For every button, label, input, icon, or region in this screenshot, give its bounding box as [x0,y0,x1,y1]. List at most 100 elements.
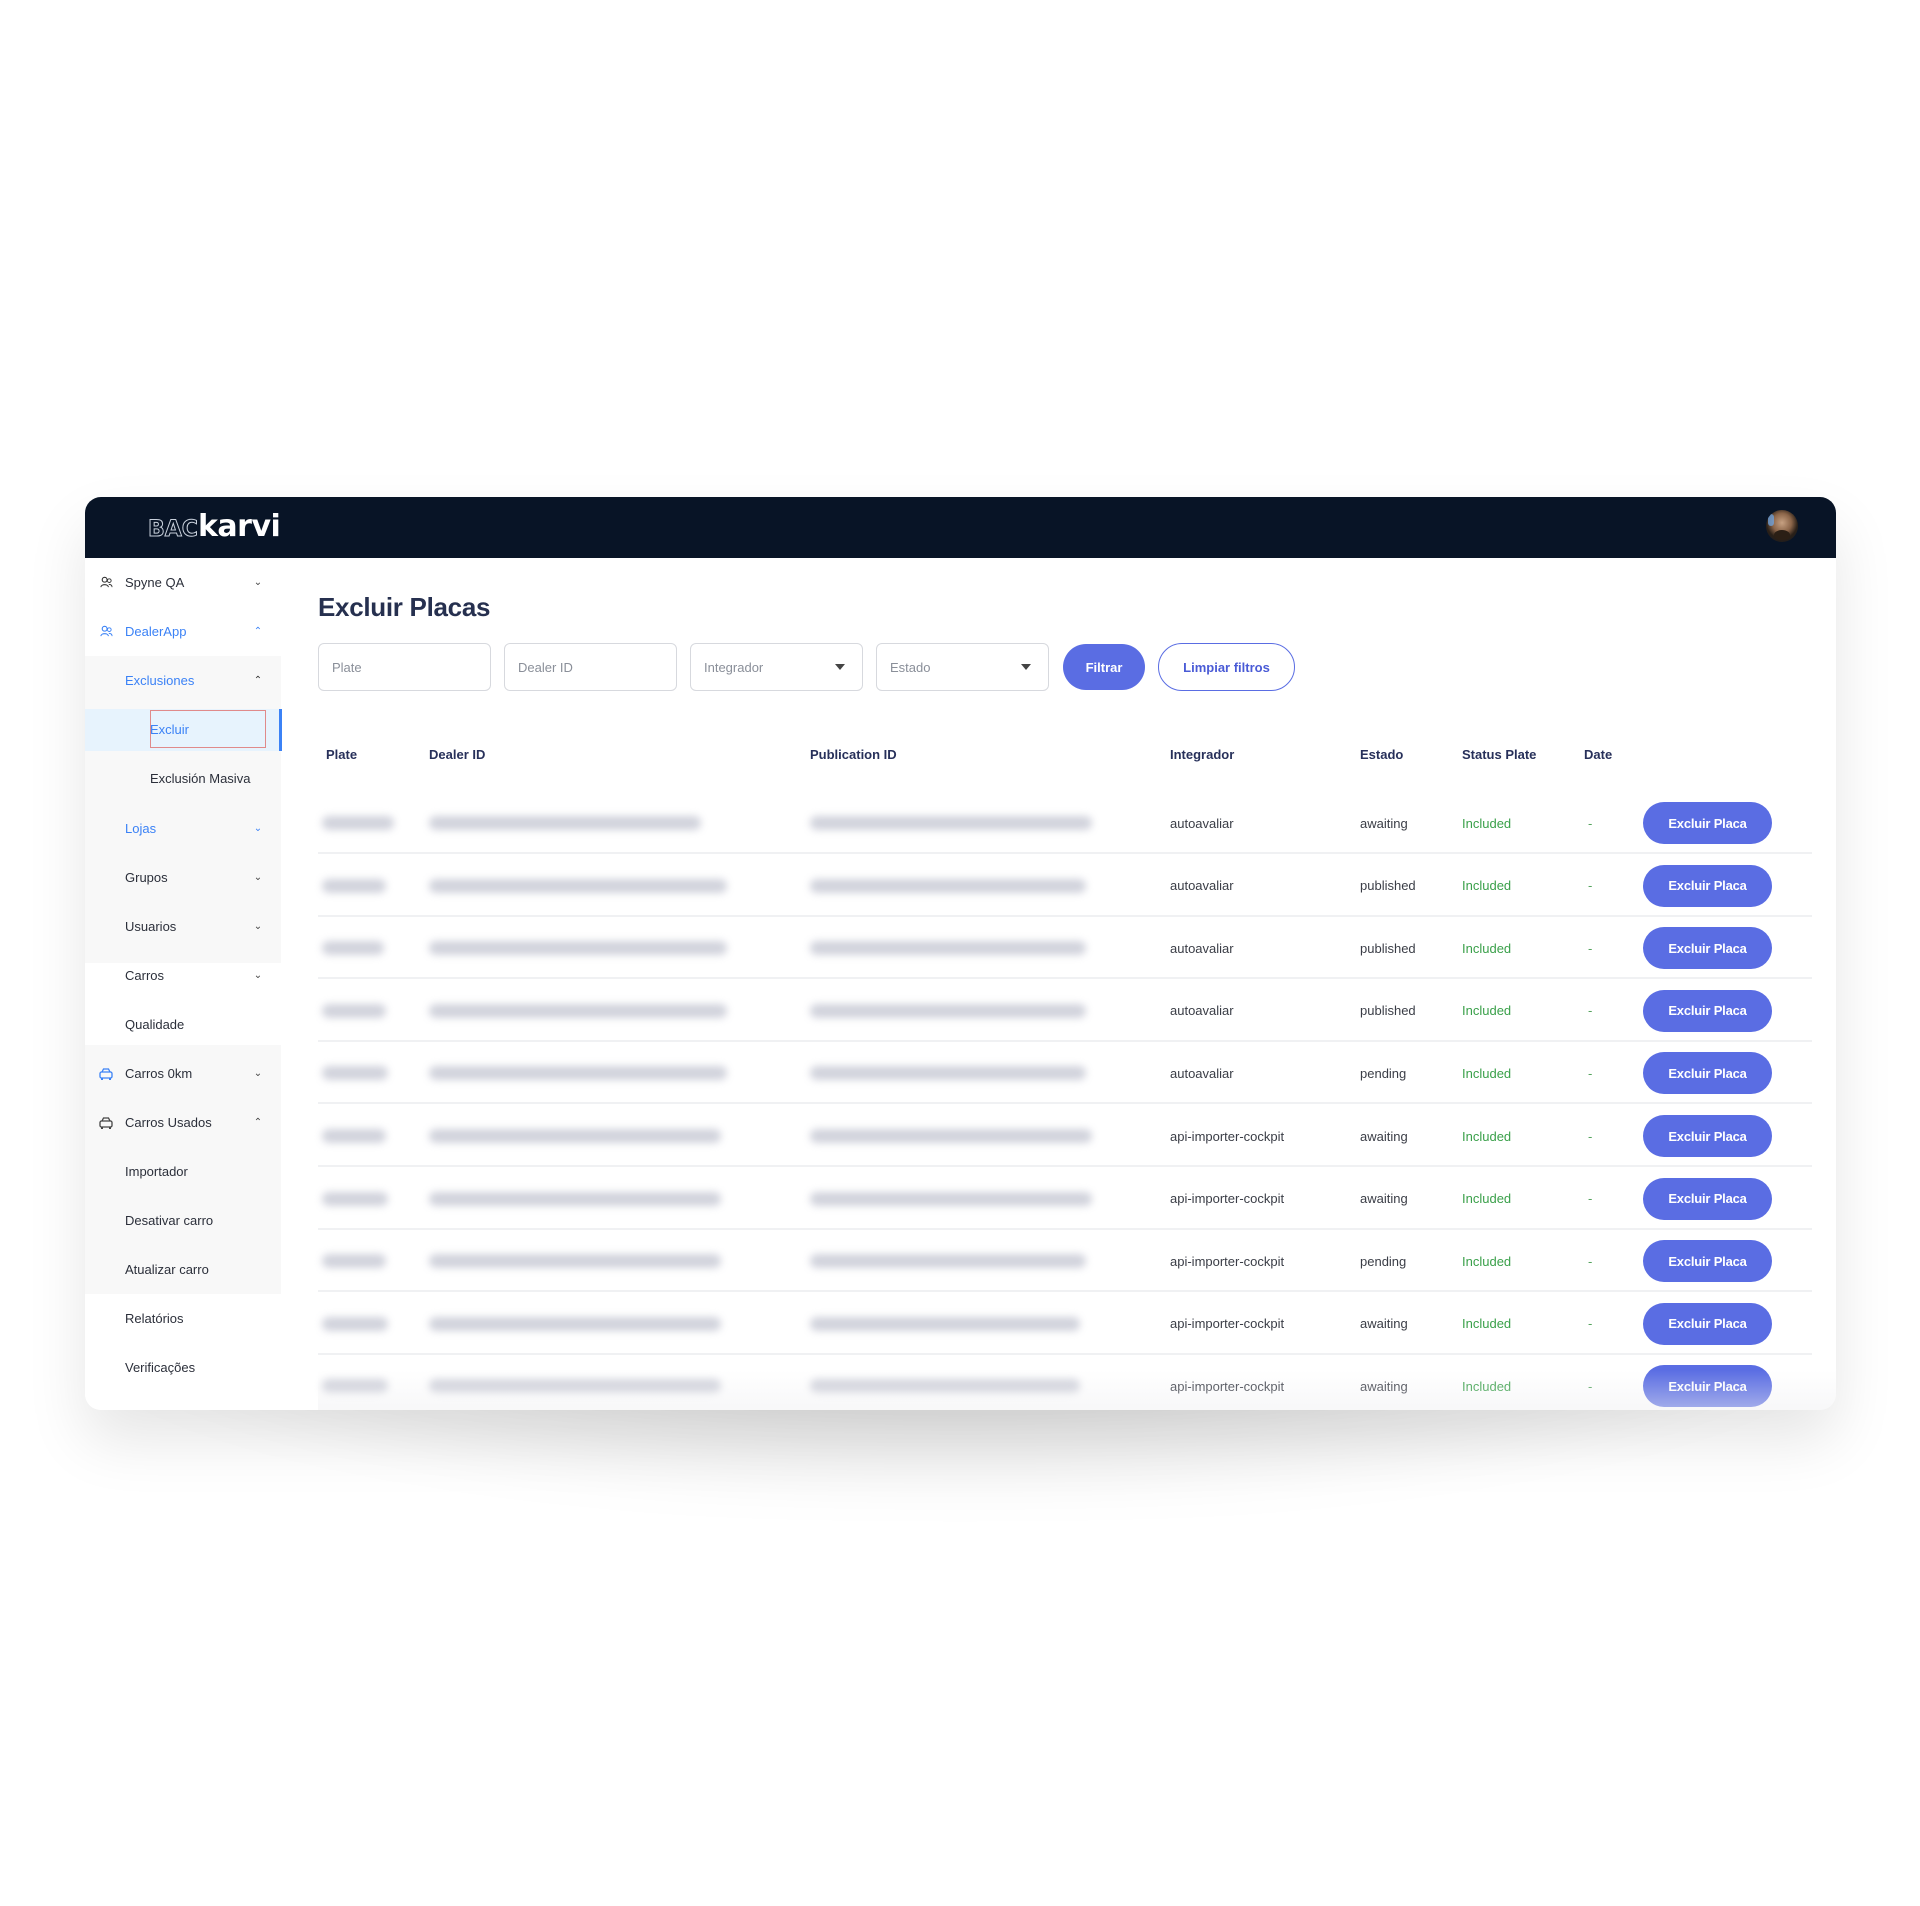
estado-cell: pending [1360,1065,1407,1081]
car-icon [99,1067,113,1081]
chevron-down-icon: ⌄ [253,1068,263,1079]
sidebar-item-relatorios[interactable]: Relatórios [85,1294,281,1343]
excluir-placa-button[interactable]: Excluir Placa [1643,1052,1772,1095]
plate-input[interactable]: Plate [318,643,491,691]
integrador-cell: api-importer-cockpit [1170,1316,1285,1332]
estado-cell: published [1360,878,1416,894]
excluir-placa-button[interactable]: Excluir Placa [1643,1365,1772,1408]
estado-cell: awaiting [1360,1378,1408,1394]
sidebar-item-usuarios[interactable]: Usuarios ⌄ [85,902,281,951]
integrador-cell: autoavaliar [1170,815,1234,831]
users-icon [99,576,113,590]
column-header-publication-id[interactable]: Publication ID [810,747,897,762]
estado-cell: awaiting [1360,1128,1408,1144]
chevron-up-icon: ⌃ [253,1117,263,1128]
top-bar: BAC karvi [85,497,1836,558]
dealer-id-input[interactable]: Dealer ID [504,643,677,691]
estado-cell: published [1360,1003,1416,1019]
sidebar-item-label: Carros 0km [125,1066,193,1081]
excluir-placa-button[interactable]: Excluir Placa [1643,1177,1772,1220]
column-header-dealer-id[interactable]: Dealer ID [429,747,485,762]
app-window: BAC karvi Spyne QA ⌄ DealerApp ⌃ Exclusi… [85,497,1836,1410]
estado-placeholder: Estado [890,659,931,675]
status-plate-cell: Included [1462,1065,1512,1081]
sidebar-item-grupos[interactable]: Grupos ⌄ [85,853,281,902]
status-plate-cell: Included [1462,1128,1512,1144]
sidebar-item-label: Desativar carro [125,1213,214,1228]
column-header-estado[interactable]: Estado [1360,747,1403,762]
date-cell: - [1588,1003,1593,1019]
sidebar-item-dealerapp[interactable]: DealerApp ⌃ [85,607,281,656]
excluir-placa-button[interactable]: Excluir Placa [1643,989,1772,1032]
publication-id-cell-blurred [810,1066,1086,1081]
publication-id-cell-blurred [810,1003,1086,1018]
sidebar-item-carros-0km[interactable]: Carros 0km ⌄ [85,1049,281,1098]
sidebar-item-desativar-carro[interactable]: Desativar carro [85,1196,281,1245]
publication-id-cell-blurred [810,1191,1092,1206]
sidebar-item-exclusiones[interactable]: Exclusiones ⌃ [85,656,281,705]
status-plate-cell: Included [1462,815,1512,831]
clear-filters-button[interactable]: Limpiar filtros [1158,643,1295,691]
publication-id-cell-blurred [810,941,1086,956]
logo-main: karvi [197,509,281,544]
date-cell: - [1588,1378,1593,1394]
publication-id-cell-blurred [810,878,1086,893]
chevron-up-icon: ⌃ [253,626,263,637]
excluir-placa-button[interactable]: Excluir Placa [1643,927,1772,970]
sidebar-item-excluir[interactable]: Excluir [85,705,281,754]
date-cell: - [1588,878,1593,894]
chevron-down-icon: ⌄ [253,970,263,981]
dealer-id-cell-blurred [429,1379,721,1394]
brand-logo[interactable]: BAC karvi [148,507,281,547]
estado-select[interactable]: Estado [876,643,1049,691]
estado-cell: awaiting [1360,815,1408,831]
publication-id-cell-blurred [810,816,1092,830]
sidebar-item-carros[interactable]: Carros ⌄ [85,951,281,1000]
sidebar-item-exclusion-masiva[interactable]: Exclusión Masiva [85,754,281,803]
sidebar-item-lojas[interactable]: Lojas ⌄ [85,804,281,853]
dealer-id-cell-blurred [429,941,727,956]
sidebar-item-label: Lojas [125,821,157,836]
date-cell: - [1588,1191,1593,1207]
integrador-cell: api-importer-cockpit [1170,1378,1285,1394]
date-cell: - [1588,1128,1593,1144]
plate-cell-blurred [322,1129,386,1143]
sidebar-item-label: Exclusión Masiva [150,771,251,786]
excluir-placa-button[interactable]: Excluir Placa [1643,864,1772,907]
column-header-status-plate[interactable]: Status Plate [1462,747,1536,762]
dealer-id-cell-blurred [429,1066,727,1081]
integrador-placeholder: Integrador [704,659,764,675]
column-header-integrador[interactable]: Integrador [1170,747,1234,762]
sidebar-item-label: Carros Usados [125,1115,212,1130]
publication-id-cell-blurred [810,1129,1092,1143]
sidebar-item-atualizar-carro[interactable]: Atualizar carro [85,1245,281,1294]
status-plate-cell: Included [1462,1003,1512,1019]
sidebar-item-label: Atualizar carro [125,1262,209,1277]
column-header-date[interactable]: Date [1584,747,1612,762]
excluir-placa-button[interactable]: Excluir Placa [1643,802,1772,844]
excluir-placa-button[interactable]: Excluir Placa [1643,1115,1772,1157]
integrador-select[interactable]: Integrador [690,643,863,691]
sidebar-item-spyne-qa[interactable]: Spyne QA ⌄ [85,558,281,607]
sidebar-item-label: Importador [125,1164,188,1179]
date-cell: - [1588,1316,1593,1332]
sidebar-item-verificacoes[interactable]: Verificações [85,1343,281,1392]
date-cell: - [1588,1065,1593,1081]
excluir-placa-button[interactable]: Excluir Placa [1643,1302,1772,1345]
status-plate-cell: Included [1462,878,1512,894]
plate-cell-blurred [322,878,386,893]
filter-button[interactable]: Filtrar [1063,644,1145,690]
sidebar: Spyne QA ⌄ DealerApp ⌃ Exclusiones ⌃ Exc… [85,558,282,1410]
sidebar-item-importador[interactable]: Importador [85,1147,281,1196]
sidebar-item-qualidade[interactable]: Qualidade [85,1000,281,1049]
publication-id-cell-blurred [810,1254,1086,1269]
avatar[interactable] [1766,510,1798,542]
integrador-cell: api-importer-cockpit [1170,1191,1285,1207]
sidebar-item-label: Qualidade [125,1017,185,1032]
dealer-id-placeholder: Dealer ID [518,659,573,675]
table-row: autoavaliar pending Included - Excluir P… [318,1042,1812,1105]
column-header-plate[interactable]: Plate [326,747,357,762]
excluir-placa-button[interactable]: Excluir Placa [1643,1240,1772,1283]
date-cell: - [1588,815,1593,831]
sidebar-item-carros-usados[interactable]: Carros Usados ⌃ [85,1098,281,1147]
